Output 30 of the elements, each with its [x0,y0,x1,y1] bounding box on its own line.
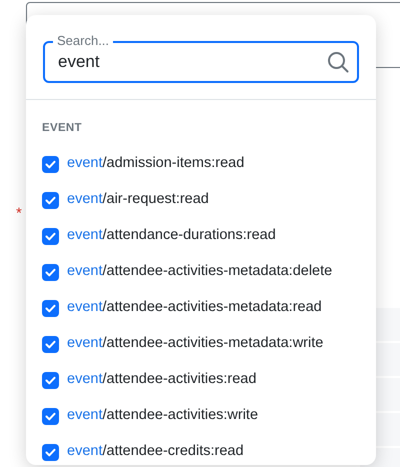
permission-label[interactable]: event/attendee-credits:read [67,441,244,464]
permission-label[interactable]: event/air-request:read [67,189,209,212]
permission-label[interactable]: event/attendee-activities:write [67,405,258,428]
checkmark-icon [45,160,56,169]
permission-label[interactable]: event/attendee-activities-metadata:delete [67,261,332,284]
checkbox[interactable] [42,264,59,281]
checkmark-icon [45,412,56,421]
search-icon[interactable] [327,51,349,73]
checkbox[interactable] [42,408,59,425]
permission-label[interactable]: event/admission-items:read [67,153,244,176]
checkbox[interactable] [42,336,59,353]
checkmark-icon [45,196,56,205]
checkmark-icon [45,268,56,277]
permission-label[interactable]: event/attendance-durations:read [67,225,276,248]
checkmark-icon [45,304,56,313]
checkmark-icon [45,376,56,385]
checkbox[interactable] [42,228,59,245]
permission-label[interactable]: event/attendee-activities-metadata:write [67,333,324,356]
permission-label[interactable]: event/attendee-activities:read [67,369,256,392]
checkmark-icon [45,232,56,241]
checkbox[interactable] [42,372,59,389]
checkmark-icon [45,448,56,457]
checkbox[interactable] [42,156,59,173]
permission-label[interactable]: event/attendee-activities-metadata:read [67,297,322,320]
checkbox[interactable] [42,444,59,461]
group-heading: EVENT [42,121,83,136]
checkbox[interactable] [42,192,59,209]
checkbox[interactable] [42,300,59,317]
checkmark-icon [45,340,56,349]
required-mark: * [16,204,22,224]
